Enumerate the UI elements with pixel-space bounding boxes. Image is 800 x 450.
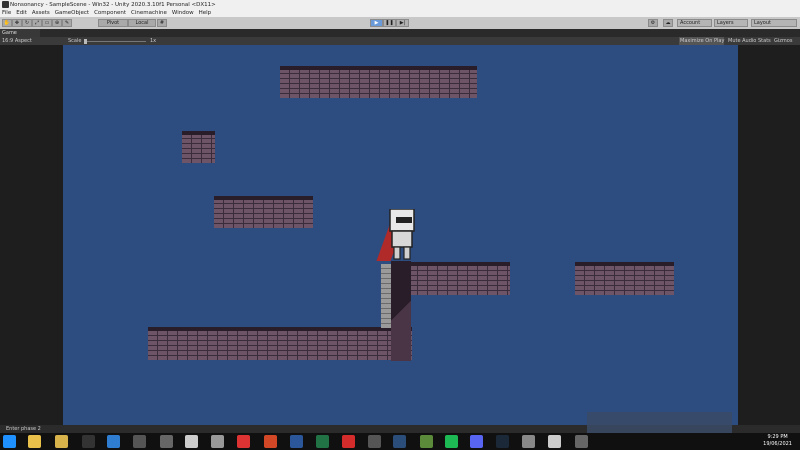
scale-tool-icon[interactable]: ⤢ [32, 19, 42, 27]
tab-row: Game [0, 29, 800, 37]
toast-notification[interactable] [587, 412, 732, 434]
app-icon-4[interactable] [160, 435, 173, 448]
grid-snap-icon[interactable]: # [157, 19, 167, 27]
custom-tool-icon[interactable]: ✎ [62, 19, 72, 27]
system-clock[interactable]: 9:29 PM 19/06/2021 [763, 434, 792, 448]
file-explorer-icon[interactable] [55, 435, 68, 448]
app-icon-1[interactable] [82, 435, 95, 448]
window-title: Nonsonancy - SampleScene - Win32 - Unity… [10, 1, 216, 8]
step-icon[interactable]: ▶| [396, 19, 409, 27]
platform-bottom [148, 327, 412, 360]
local-toggle[interactable]: Local [128, 19, 156, 27]
platform-right [575, 262, 674, 295]
layers-dropdown[interactable]: Layers [714, 19, 748, 27]
layout-dropdown[interactable]: Layout [751, 19, 797, 27]
platform-top [280, 66, 477, 98]
account-dropdown[interactable]: Account [677, 19, 712, 27]
maximize-on-play-toggle[interactable]: Maximize On Play [680, 38, 724, 44]
app-icon-5[interactable] [185, 435, 198, 448]
menu-file[interactable]: File [2, 10, 11, 16]
menu-cinemachine[interactable]: Cinemachine [131, 10, 167, 16]
main-toolbar: ✋ ✥ ↻ ⤢ ▭ ⊕ ✎ Pivot Local # ▶ ❚❚ ▶| ⚙ ☁ … [0, 17, 800, 29]
cloud-icon[interactable]: ☁ [663, 19, 673, 27]
game-viewport[interactable] [63, 45, 738, 425]
unity-icon [2, 1, 9, 8]
menu-help[interactable]: Help [199, 10, 212, 16]
status-message: Enter phase 2 [6, 426, 41, 432]
hand-tool-icon[interactable]: ✋ [2, 19, 12, 27]
platform-slope [391, 261, 411, 361]
menu-bar: File Edit Assets GameObject Component Ci… [0, 9, 800, 17]
move-tool-icon[interactable]: ✥ [12, 19, 22, 27]
start-icon[interactable] [3, 435, 16, 448]
app-icon-8[interactable] [368, 435, 381, 448]
app-icon-3[interactable] [133, 435, 146, 448]
app-icon-2[interactable] [107, 435, 120, 448]
play-icon[interactable]: ▶ [370, 19, 383, 27]
chrome-icon[interactable] [28, 435, 41, 448]
aspect-dropdown[interactable]: 16:9 Aspect [2, 38, 32, 44]
platform-small [182, 131, 215, 163]
scale-label: Scale [68, 38, 82, 44]
scale-slider[interactable] [84, 41, 146, 42]
menu-window[interactable]: Window [172, 10, 194, 16]
menu-edit[interactable]: Edit [16, 10, 27, 16]
knight-sprite [389, 209, 415, 260]
discord-icon[interactable] [470, 435, 483, 448]
menu-component[interactable]: Component [94, 10, 126, 16]
rect-tool-icon[interactable]: ▭ [42, 19, 52, 27]
windows-taskbar: 9:29 PM 19/06/2021 [0, 433, 800, 450]
minecraft-icon[interactable] [420, 435, 433, 448]
stone-pillar [381, 264, 391, 328]
word-icon[interactable] [290, 435, 303, 448]
pivot-toggle[interactable]: Pivot [98, 19, 128, 27]
powerpoint-icon[interactable] [264, 435, 277, 448]
app-icon-7[interactable] [237, 435, 250, 448]
app-icon-11[interactable] [548, 435, 561, 448]
platform-left [214, 196, 313, 228]
app-icon-10[interactable] [522, 435, 535, 448]
rotate-tool-icon[interactable]: ↻ [22, 19, 32, 27]
game-view-toolbar: 16:9 Aspect Scale 1x Maximize On Play Mu… [0, 37, 800, 45]
clock-time: 9:29 PM [767, 434, 788, 440]
unity-taskbar-icon[interactable] [575, 435, 588, 448]
play-controls: ▶ ❚❚ ▶| [370, 19, 409, 27]
app-icon-9[interactable] [393, 435, 406, 448]
menu-assets[interactable]: Assets [32, 10, 50, 16]
window-titlebar: Nonsonancy - SampleScene - Win32 - Unity… [0, 0, 800, 9]
gizmos-toggle[interactable]: Gizmos [774, 38, 792, 44]
tab-game[interactable]: Game [0, 29, 40, 37]
excel-icon[interactable] [316, 435, 329, 448]
pause-icon[interactable]: ❚❚ [383, 19, 396, 27]
mute-audio-toggle[interactable]: Mute Audio [728, 38, 756, 44]
platform-middle [398, 262, 510, 295]
collab-icon[interactable]: ⚙ [648, 19, 658, 27]
app-icon-6[interactable] [211, 435, 224, 448]
scale-slider-handle[interactable] [84, 39, 87, 44]
clock-date: 19/06/2021 [763, 441, 792, 447]
spotify-icon[interactable] [445, 435, 458, 448]
menu-gameobject[interactable]: GameObject [55, 10, 89, 16]
scale-value: 1x [150, 38, 157, 44]
steam-icon[interactable] [496, 435, 509, 448]
stats-toggle[interactable]: Stats [758, 38, 771, 44]
transform-tool-icon[interactable]: ⊕ [52, 19, 62, 27]
acrobat-icon[interactable] [342, 435, 355, 448]
